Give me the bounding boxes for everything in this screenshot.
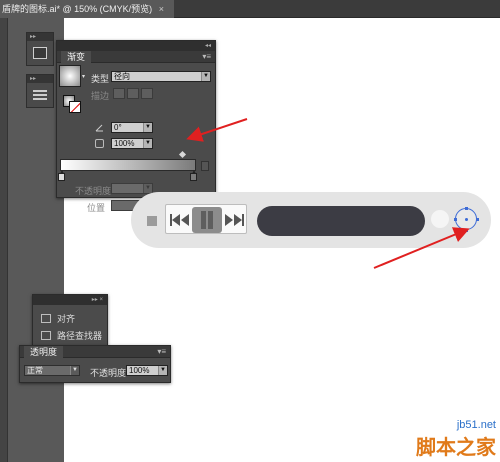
- anchor-handle[interactable]: [476, 218, 479, 221]
- chevron-down-icon: ▼: [143, 123, 152, 132]
- chevron-down-icon: ▼: [158, 366, 167, 375]
- previous-icon[interactable]: [169, 213, 191, 227]
- playback-controls: [165, 204, 247, 234]
- stroke-gradient-buttons: [113, 88, 153, 99]
- chevron-down-icon[interactable]: ▾: [82, 73, 85, 80]
- next-icon[interactable]: [223, 213, 245, 227]
- watermark-url: jb51.net: [456, 419, 496, 431]
- media-player-artwork: [131, 192, 491, 248]
- aspect-ratio-value: 100%: [114, 139, 135, 148]
- panel-title-bar[interactable]: ◂◂: [57, 41, 215, 51]
- watermark: jb51.net 脚本之家: [416, 419, 496, 460]
- type-label: 类型: [91, 74, 110, 84]
- blend-mode-value: 正常: [27, 366, 43, 375]
- swatches-button[interactable]: [27, 41, 53, 65]
- collapsed-panel-dock-2: ▸▸: [26, 74, 54, 108]
- tab-gradient[interactable]: 渐变: [61, 51, 92, 63]
- opacity-label: 不透明度: [90, 368, 127, 378]
- fill-stroke-icon[interactable]: [63, 95, 81, 113]
- anchor-handle[interactable]: [465, 229, 468, 232]
- angle-value: 0°: [114, 123, 122, 132]
- panel-tab-row: 透明度 ▾≡: [20, 346, 170, 358]
- angle-icon: [95, 124, 103, 132]
- gradient-stop-white[interactable]: [58, 170, 65, 181]
- tab-transparency[interactable]: 透明度: [24, 346, 64, 358]
- dock-header[interactable]: ▸▸: [27, 75, 53, 83]
- transparency-panel: 透明度 ▾≡ 正常 ▼ 不透明度 100% ▼: [19, 345, 171, 383]
- align-row[interactable]: 对齐: [41, 312, 75, 324]
- gradient-midpoint-diamond[interactable]: [178, 150, 187, 159]
- stop-opacity-field[interactable]: ▼: [111, 183, 153, 194]
- chevron-down-icon: ▼: [143, 139, 152, 148]
- aspect-ratio-field[interactable]: 100% ▼: [111, 138, 153, 149]
- opacity-field[interactable]: 100% ▼: [126, 365, 168, 376]
- layers-icon: [33, 90, 47, 100]
- pause-icon[interactable]: [192, 207, 222, 233]
- panel-menu-icon[interactable]: ▾≡: [202, 52, 211, 61]
- anchor-handle[interactable]: [454, 218, 457, 221]
- pathfinder-icon: [41, 330, 51, 340]
- gradient-type-value: 径向: [114, 72, 130, 81]
- pathfinder-label: 路径查找器: [57, 330, 103, 341]
- stop-square-icon[interactable]: [147, 216, 157, 226]
- document-tab-title: 盾牌的图标.ai* @ 150% (CMYK/预览): [2, 4, 153, 14]
- angle-field[interactable]: 0° ▼: [111, 122, 153, 133]
- anchor-handle[interactable]: [465, 207, 468, 210]
- pathfinder-row[interactable]: 路径查找器: [41, 329, 102, 341]
- gradient-type-select[interactable]: 径向 ▼: [111, 71, 211, 82]
- location-label: 位置: [87, 203, 106, 213]
- volume-knob[interactable]: [431, 210, 449, 228]
- stroke-label: 描边: [91, 91, 110, 101]
- gradient-panel: ◂◂ 渐变 ▾≡ ▾ 类型 径向 ▼ 描边 0° ▼ 100% ▼ 不透明度 ▼…: [56, 40, 216, 213]
- document-tab[interactable]: 盾牌的图标.ai* @ 150% (CMYK/预览) ×: [0, 0, 174, 18]
- gradient-stop-grey[interactable]: [190, 170, 197, 181]
- chevron-down-icon: ▼: [143, 184, 152, 193]
- stroke-gradient-within-icon[interactable]: [113, 88, 125, 99]
- dock-header[interactable]: ▸▸: [27, 33, 53, 41]
- collapsed-panel-dock: ▸▸: [26, 32, 54, 66]
- delete-stop-icon[interactable]: [201, 161, 209, 171]
- align-pathfinder-panel: ▸▸ × 对齐 路径查找器: [32, 294, 108, 346]
- stroke-none-icon[interactable]: [69, 101, 81, 113]
- layers-button[interactable]: [27, 83, 53, 107]
- progress-track[interactable]: [257, 206, 425, 236]
- chevron-down-icon: ▼: [201, 72, 210, 81]
- document-tab-bar: 盾牌的图标.ai* @ 150% (CMYK/预览) ×: [0, 0, 500, 18]
- opacity-value: 100%: [129, 366, 150, 375]
- opacity-label: 不透明度: [75, 186, 112, 196]
- stroke-gradient-along-icon[interactable]: [127, 88, 139, 99]
- gradient-slider-ramp[interactable]: [60, 159, 196, 171]
- chevron-down-icon: ▼: [70, 366, 79, 375]
- align-label: 对齐: [57, 313, 76, 324]
- close-icon[interactable]: ×: [159, 4, 164, 14]
- panel-tab-row: 渐变 ▾≡: [57, 51, 215, 63]
- blend-mode-select[interactable]: 正常 ▼: [24, 365, 80, 376]
- gradient-preview-swatch[interactable]: [59, 65, 81, 87]
- aspect-ratio-icon: [95, 139, 104, 148]
- watermark-name: 脚本之家: [416, 435, 496, 459]
- selected-circle-with-anchor[interactable]: [454, 207, 479, 232]
- swatch-icon: [33, 47, 47, 59]
- panel-menu-icon[interactable]: ▾≡: [157, 347, 166, 356]
- align-icon: [41, 313, 51, 323]
- stroke-gradient-across-icon[interactable]: [141, 88, 153, 99]
- tools-strip: [0, 18, 8, 462]
- panel-title-bar[interactable]: ▸▸ ×: [33, 295, 107, 305]
